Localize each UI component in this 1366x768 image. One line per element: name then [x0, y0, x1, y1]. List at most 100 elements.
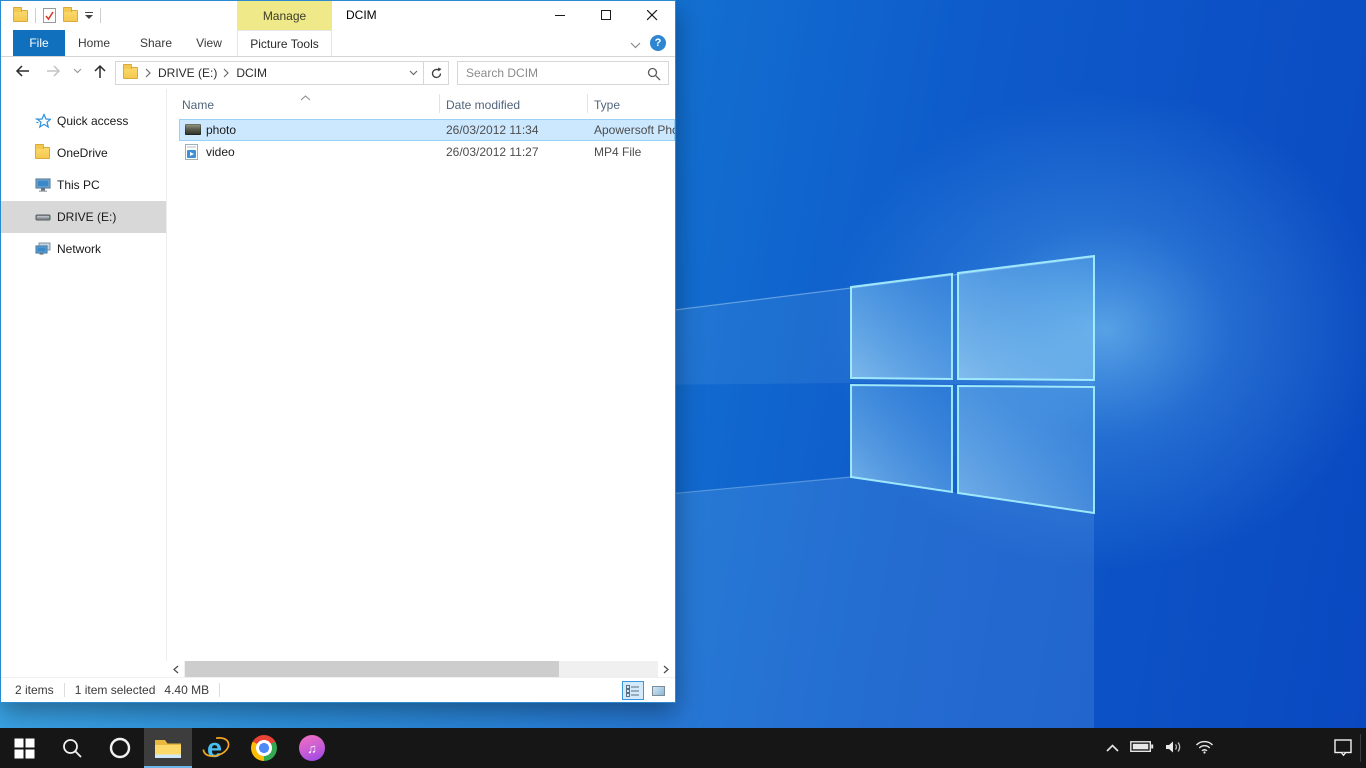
taskbar-search-button[interactable] — [48, 728, 96, 768]
column-separator[interactable] — [439, 94, 440, 113]
qat-customize-icon[interactable] — [85, 12, 93, 19]
breadcrumb-chevron-icon[interactable] — [145, 67, 152, 79]
taskbar-file-explorer-button[interactable] — [144, 728, 192, 768]
file-date-modified: 26/03/2012 11:34 — [446, 119, 539, 141]
taskbar-chrome-button[interactable] — [240, 728, 288, 768]
caption-buttons — [537, 1, 675, 30]
internet-explorer-icon: e — [201, 733, 231, 763]
sidebar-item-onedrive[interactable]: OneDrive — [1, 137, 166, 169]
action-center-icon — [1334, 739, 1353, 757]
wifi-icon[interactable] — [1195, 740, 1214, 757]
maximize-button[interactable] — [583, 1, 629, 30]
show-desktop-strip[interactable] — [1360, 734, 1361, 762]
sidebar-item-this-pc[interactable]: This PC — [1, 169, 166, 201]
address-bar-row: DRIVE (E:) DCIM — [1, 57, 675, 89]
search-icon — [61, 737, 83, 759]
column-header-type[interactable]: Type — [594, 98, 620, 112]
video-file-icon — [185, 144, 201, 160]
ribbon-tab-row: File Home Share View Picture Tools ? — [1, 30, 675, 57]
scrollbar-thumb[interactable] — [185, 661, 559, 677]
folder-icon — [123, 67, 138, 79]
hidden-icons-chevron-icon[interactable] — [1106, 741, 1119, 755]
network-icon — [35, 241, 51, 257]
breadcrumb-drive[interactable]: DRIVE (E:) — [152, 62, 223, 84]
search-icon[interactable] — [647, 67, 661, 84]
separator — [219, 683, 220, 697]
help-icon[interactable]: ? — [650, 35, 666, 51]
file-name: photo — [206, 119, 236, 141]
contextual-tab-group-manage[interactable]: Manage — [237, 1, 332, 30]
folder-icon[interactable] — [13, 10, 28, 22]
volume-icon[interactable] — [1165, 740, 1184, 757]
refresh-icon[interactable] — [424, 61, 449, 85]
breadcrumb-dcim[interactable]: DCIM — [230, 62, 273, 84]
start-button[interactable] — [0, 728, 48, 768]
scroll-right-arrow-icon[interactable] — [658, 661, 674, 677]
search-input[interactable] — [458, 62, 668, 84]
sidebar-item-quick-access[interactable]: Quick access — [1, 105, 166, 137]
tab-picture-tools[interactable]: Picture Tools — [237, 30, 332, 56]
chevron-down-icon[interactable] — [403, 70, 423, 76]
sidebar-item-label: OneDrive — [57, 137, 108, 169]
title-bar: Manage DCIM — [1, 1, 675, 30]
file-list: Name Date modified Type photo 26/03/2012… — [167, 89, 675, 661]
cortana-button[interactable] — [96, 728, 144, 768]
action-center-button[interactable] — [1334, 728, 1353, 768]
chrome-icon — [251, 735, 277, 761]
taskbar-internet-explorer-button[interactable]: e — [192, 728, 240, 768]
column-header-name[interactable]: Name — [182, 98, 214, 112]
navigation-pane: Quick access OneDrive This PC — [1, 89, 167, 661]
column-header-date-modified[interactable]: Date modified — [446, 98, 520, 112]
forward-arrow-icon[interactable] — [45, 64, 61, 78]
tab-home[interactable]: Home — [65, 30, 123, 56]
tab-file[interactable]: File — [13, 30, 65, 56]
file-explorer-window: Manage DCIM File Home Share View Picture… — [0, 0, 676, 703]
scroll-left-arrow-icon[interactable] — [168, 661, 184, 677]
separator — [64, 683, 65, 697]
this-pc-icon — [35, 177, 51, 193]
status-bar: 2 items 1 item selected 4.40 MB — [1, 677, 675, 702]
sidebar-item-label: Quick access — [57, 105, 128, 137]
cortana-circle-icon — [108, 736, 132, 760]
file-row-photo[interactable]: photo 26/03/2012 11:34 Apowersoft Pho — [179, 119, 675, 141]
horizontal-scrollbar — [168, 661, 674, 677]
expand-ribbon-chevron-icon[interactable] — [630, 38, 641, 52]
breadcrumb-chevron-icon[interactable] — [223, 67, 230, 79]
file-date-modified: 26/03/2012 11:27 — [446, 141, 539, 163]
details-view-icon[interactable] — [622, 681, 644, 700]
tab-share[interactable]: Share — [129, 30, 183, 56]
minimize-button[interactable] — [537, 1, 583, 30]
view-switcher — [622, 681, 669, 700]
recent-locations-chevron-icon[interactable] — [73, 68, 82, 74]
taskbar-itunes-button[interactable]: ♫ — [288, 728, 336, 768]
column-separator[interactable] — [587, 94, 588, 113]
separator — [35, 8, 36, 23]
sort-ascending-icon[interactable] — [300, 90, 311, 104]
sidebar-item-drive-e[interactable]: DRIVE (E:) — [1, 201, 166, 233]
back-arrow-icon[interactable] — [15, 64, 31, 78]
system-tray — [1106, 728, 1214, 768]
file-name: video — [206, 141, 235, 163]
address-bar[interactable]: DRIVE (E:) DCIM — [115, 61, 424, 85]
windows-start-icon — [14, 738, 35, 759]
tab-view[interactable]: View — [185, 30, 233, 56]
quick-access-toolbar — [13, 1, 101, 30]
file-explorer-icon — [154, 737, 182, 760]
file-row-video[interactable]: video 26/03/2012 11:27 MP4 File — [179, 141, 675, 163]
battery-icon[interactable] — [1130, 740, 1154, 756]
file-type: Apowersoft Pho — [594, 119, 675, 141]
large-icons-view-icon[interactable] — [647, 681, 669, 700]
search-box — [457, 61, 669, 85]
new-folder-icon[interactable] — [63, 10, 78, 22]
close-button[interactable] — [629, 1, 675, 30]
separator — [100, 8, 101, 23]
itunes-icon: ♫ — [299, 735, 325, 761]
taskbar-buttons: e ♫ — [0, 728, 336, 768]
scrollbar-track[interactable] — [184, 661, 658, 677]
screen: Manage DCIM File Home Share View Picture… — [0, 0, 1366, 768]
sidebar-item-label: Network — [57, 233, 101, 265]
sidebar-item-network[interactable]: Network — [1, 233, 166, 265]
explorer-main: Quick access OneDrive This PC — [1, 89, 675, 661]
properties-check-icon[interactable] — [43, 8, 56, 23]
up-arrow-icon[interactable] — [93, 64, 107, 79]
